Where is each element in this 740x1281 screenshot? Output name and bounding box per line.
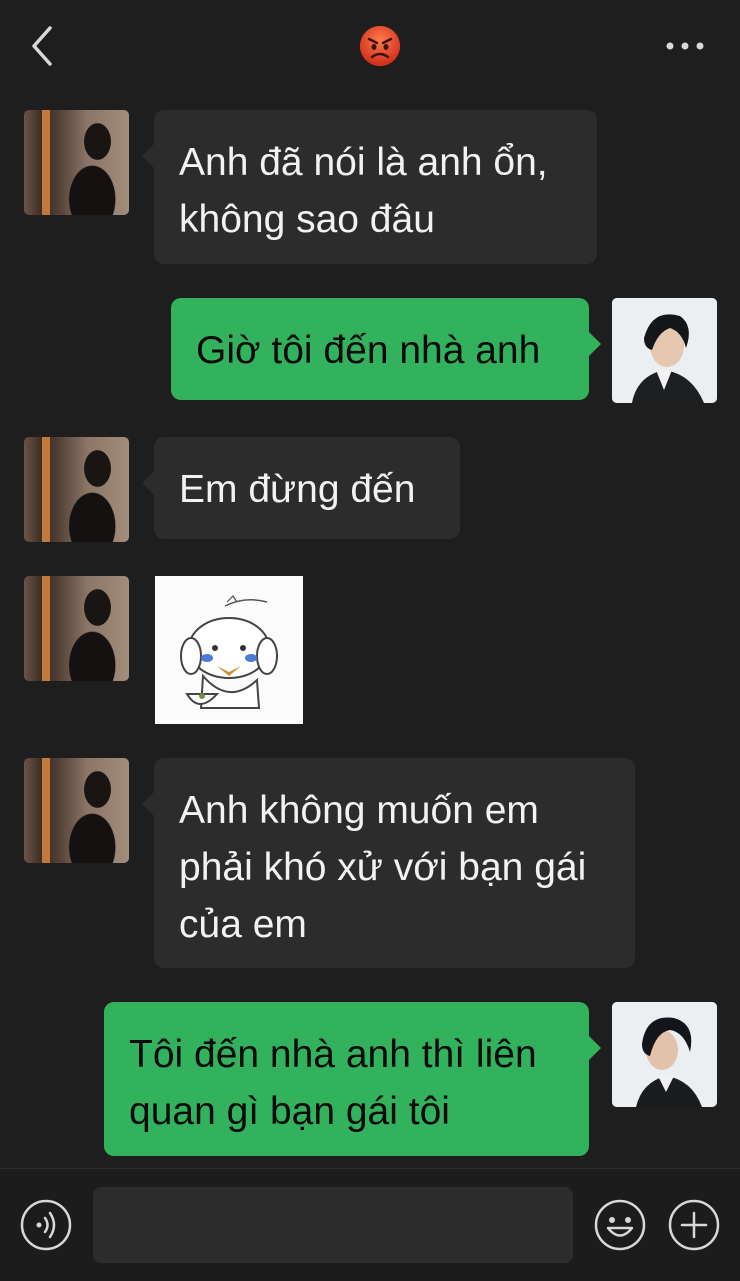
message-input[interactable] [93,1187,573,1263]
angry-face-icon [359,25,401,67]
profile-photo [612,298,717,403]
contact-avatar[interactable] [24,758,129,863]
profile-photo [612,1002,717,1107]
voice-button[interactable] [20,1199,72,1251]
input-bar [0,1168,740,1281]
message-text: Anh đã nói là anh ổn, không sao đâu [179,141,548,241]
more-button[interactable] [660,28,710,64]
outgoing-message-bubble[interactable]: Tôi đến nhà anh thì liên quan gì bạn gái… [104,1002,601,1156]
chevron-left-icon [32,26,52,66]
incoming-message-bubble[interactable]: Anh đã nói là anh ổn, không sao đâu [142,110,597,264]
more-dots-icon [666,42,704,50]
outgoing-message-bubble[interactable]: Giờ tôi đến nhà anh [171,298,601,400]
chat-header [0,0,740,92]
contact-avatar[interactable] [24,437,129,542]
contact-avatar[interactable] [24,576,129,681]
sticker-image [180,595,278,709]
incoming-message-bubble[interactable]: Em đừng đến [142,437,460,539]
message-text: Em đừng đến [179,468,416,511]
plus-icon [668,1199,720,1251]
more-actions-button[interactable] [668,1199,720,1251]
crying-puppy-sticker[interactable] [155,576,303,724]
my-avatar[interactable] [612,1002,717,1107]
message-text: Tôi đến nhà anh thì liên quan gì bạn gái… [129,1033,537,1133]
incoming-message-bubble[interactable]: Anh không muốn em phải khó xử với bạn gá… [142,758,635,968]
my-avatar[interactable] [612,298,717,403]
contact-avatar[interactable] [24,110,129,215]
message-text: Giờ tôi đến nhà anh [196,329,541,372]
emoji-button[interactable] [594,1199,646,1251]
message-list[interactable]: Anh đã nói là anh ổn, không sao đâu Giờ … [0,92,740,1168]
smiley-icon [594,1199,646,1251]
back-button[interactable] [22,22,62,70]
voice-icon [20,1199,72,1251]
message-text: Anh không muốn em phải khó xử với bạn gá… [179,789,587,946]
